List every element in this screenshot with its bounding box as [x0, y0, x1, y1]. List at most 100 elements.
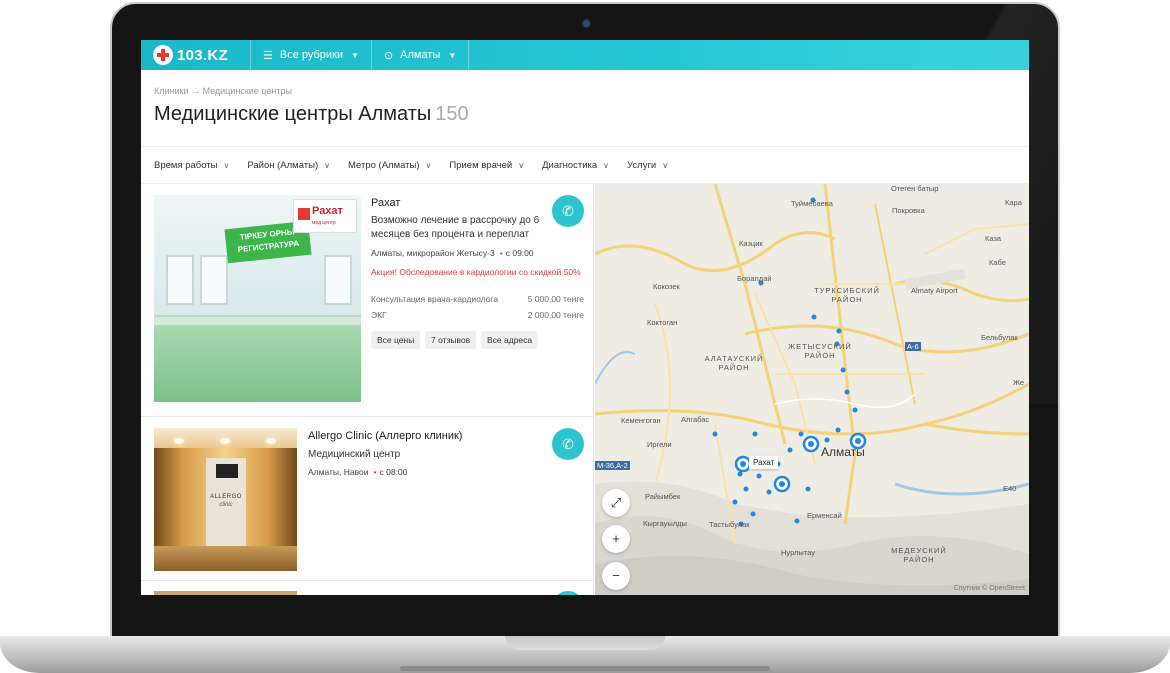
- clinic-photo[interactable]: ALLERGO clinic: [154, 428, 297, 571]
- clinic-card[interactable]: ТІРКЕУ ОРНЫ РЕГИСТРАТУРА Рахат мед центр…: [141, 184, 593, 417]
- clinic-address-line: Алматы, микрорайон Жетысу-3 • с 09:00: [371, 248, 534, 258]
- price-row: Консультация врача-кардиолога 5 000,00 т…: [371, 294, 584, 304]
- base-notch: [505, 636, 665, 650]
- breadcrumb-current[interactable]: Медицинские центры: [203, 86, 292, 96]
- phone-icon: ✆: [562, 436, 574, 452]
- filter-label: Район (Алматы): [247, 159, 319, 171]
- map-label: Казцик: [739, 239, 763, 248]
- map[interactable]: Отеген батыр Туймебаева Покровка Казцик …: [595, 184, 1029, 595]
- map-label: Бельбулак: [981, 333, 1018, 342]
- phone-call-button[interactable]: [552, 591, 584, 595]
- filter-metro[interactable]: Метро (Алматы) ∨: [348, 160, 431, 171]
- breadcrumb-separator: →: [191, 86, 200, 96]
- map-label: Коктоган: [647, 318, 678, 327]
- filter-district[interactable]: Район (Алматы) ∨: [247, 160, 330, 171]
- logo-brand: Рахат: [312, 205, 343, 217]
- photo-tv: [216, 464, 238, 478]
- page-title: Медицинские центры Алматы 150: [154, 103, 469, 126]
- expand-icon: ⤢: [610, 495, 622, 510]
- district-label: ЖЕТЫСУСКИЙ РАЙОН: [788, 342, 852, 360]
- photo-brand-sub: clinic: [219, 502, 233, 508]
- chevron-down-icon: ∨: [324, 160, 330, 170]
- map-label: Кеменгоган: [621, 416, 661, 425]
- clinic-photo[interactable]: [154, 591, 297, 595]
- price-row: ЭКГ 2 000,00 тенге: [371, 310, 584, 320]
- filter-label: Услуги: [627, 159, 657, 171]
- photo-window: [200, 255, 228, 305]
- zoom-in-button[interactable]: +: [602, 525, 630, 553]
- phone-call-button[interactable]: ✆: [552, 428, 584, 460]
- all-prices-button[interactable]: Все цены: [371, 331, 421, 349]
- map-label: Кабе: [989, 258, 1006, 267]
- all-addresses-button[interactable]: Все адреса: [481, 331, 539, 349]
- city-label: Алматы: [821, 445, 865, 459]
- page-title-text: Медицинские центры Алматы: [154, 103, 432, 125]
- filter-label: Прием врачей: [449, 159, 513, 171]
- status-dot-icon: •: [499, 248, 503, 258]
- logo-sub: мед центр: [312, 220, 336, 226]
- fullscreen-button[interactable]: ⤢: [602, 489, 630, 517]
- clinic-address-line: Алматы, Навои • с 08:00: [308, 467, 407, 477]
- clinic-card[interactable]: [141, 581, 593, 595]
- photo-counter: [154, 325, 361, 402]
- map-label: Тастыбулак: [709, 520, 750, 529]
- plus-icon: +: [612, 531, 620, 546]
- laptop-frame: 103.KZ ☰ Все рубрики ▼ ⊙ Алматы ▼ Клиник…: [0, 0, 1170, 673]
- map-label: Кара: [1005, 198, 1022, 207]
- site-logo[interactable]: 103.KZ: [141, 40, 251, 70]
- location-pin-icon: ⊙: [383, 49, 394, 62]
- chevron-down-icon: ∨: [662, 160, 669, 170]
- map-label: Иргели: [647, 440, 672, 449]
- district-label: МЕДЕУСКИЙ РАЙОН: [891, 546, 947, 564]
- clinic-name[interactable]: Allergo Clinic (Аллерго клиник): [308, 430, 462, 442]
- price-value: 5 000,00 тенге: [527, 294, 584, 304]
- road-sign: А-6: [905, 342, 921, 351]
- clinic-photo[interactable]: ТІРКЕУ ОРНЫ РЕГИСТРАТУРА Рахат мед центр: [154, 195, 361, 402]
- breadcrumb-parent[interactable]: Клиники: [154, 86, 188, 96]
- map-label: Покровка: [892, 206, 925, 215]
- clinic-description: Медицинский центр: [308, 449, 401, 460]
- map-label: Ерменсай: [807, 511, 842, 520]
- filter-diagnostics[interactable]: Диагностика ∨: [542, 160, 609, 171]
- map-label: Отеген батыр: [891, 184, 939, 193]
- status-dot-icon: •: [373, 467, 377, 477]
- phone-icon: ✆: [562, 203, 574, 219]
- chevron-down-icon: ∨: [603, 160, 610, 170]
- map-label: Райымбек: [645, 492, 681, 501]
- zoom-out-button[interactable]: −: [602, 562, 630, 590]
- filter-services[interactable]: Услуги ∨: [627, 160, 668, 171]
- rubrics-label: Все рубрики: [279, 49, 344, 61]
- clinic-name[interactable]: Рахат: [371, 197, 400, 209]
- selected-clinic-tag[interactable]: Рахат: [749, 456, 779, 469]
- chevron-down-icon: ∨: [518, 160, 525, 170]
- screen: 103.KZ ☰ Все рубрики ▼ ⊙ Алматы ▼ Клиник…: [141, 40, 1029, 595]
- phone-call-button[interactable]: ✆: [552, 195, 584, 227]
- photo-floor: [154, 546, 297, 571]
- cross-icon: [298, 208, 310, 220]
- clinic-hours: с 08:00: [379, 467, 408, 477]
- photo-lamp: [266, 438, 276, 444]
- filter-label: Метро (Алматы): [347, 159, 420, 171]
- map-label: Туймебаева: [791, 199, 833, 208]
- rubrics-menu[interactable]: ☰ Все рубрики ▼: [251, 40, 372, 70]
- map-label: Алгабас: [681, 415, 710, 424]
- clinic-list: ТІРКЕУ ОРНЫ РЕГИСТРАТУРА Рахат мед центр…: [141, 184, 594, 595]
- clinic-hours: с 09:00: [505, 248, 534, 258]
- chevron-down-icon: ∨: [223, 160, 230, 170]
- promo-text[interactable]: Акция! Обследование в кардиологии со ски…: [371, 267, 581, 278]
- district-label: АЛАТАУСКИЙ РАЙОН: [704, 354, 764, 372]
- camera-icon: [583, 20, 590, 27]
- clinic-address: Алматы, Навои: [308, 467, 369, 477]
- photo-lamp: [220, 438, 230, 444]
- clinic-logo: Рахат мед центр: [293, 199, 357, 233]
- map-label: Же: [1013, 378, 1025, 387]
- filter-hours[interactable]: Время работы ∨: [154, 160, 229, 171]
- minus-icon: −: [612, 568, 620, 583]
- clinic-card[interactable]: ALLERGO clinic Allergo Clinic (Аллерго к…: [141, 417, 593, 581]
- photo-lamp: [174, 438, 184, 444]
- city-selector[interactable]: ⊙ Алматы ▼: [372, 40, 470, 70]
- filter-doctors[interactable]: Прием врачей ∨: [449, 160, 524, 171]
- chevron-down-icon: ▼: [448, 50, 457, 60]
- photo-brand: ALLERGO: [210, 494, 242, 500]
- reviews-button[interactable]: 7 отзывов: [425, 331, 477, 349]
